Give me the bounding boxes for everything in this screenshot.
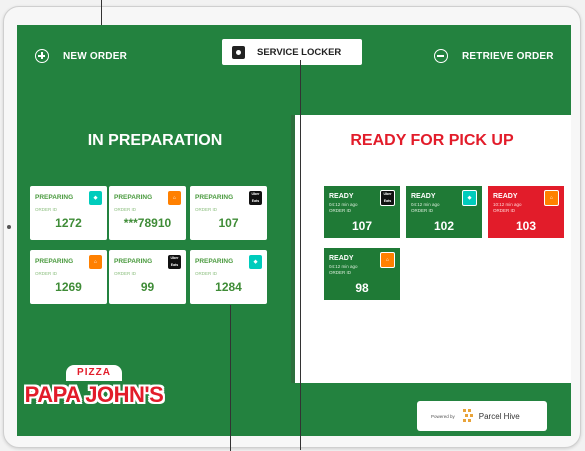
annotation-line: [300, 60, 301, 450]
annotation-line: [101, 0, 102, 25]
order-card[interactable]: PREPARING ORDER ID 107 Uber Eats: [190, 186, 267, 240]
new-order-label: NEW ORDER: [63, 50, 128, 62]
order-status: READY: [329, 255, 354, 262]
order-status: PREPARING: [114, 258, 153, 265]
service-locker-label: SERVICE LOCKER: [257, 46, 342, 58]
elapsed-time: 04:12 min ago: [411, 202, 440, 207]
order-number: 98: [355, 281, 369, 295]
order-id-label: ORDER ID: [493, 208, 516, 213]
order-number: 1272: [55, 216, 82, 230]
order-number: 107: [351, 219, 373, 233]
retrieve-order-label: RETRIEVE ORDER: [462, 50, 554, 62]
in-preparation-panel: IN PREPARATION PREPARING ORDER ID 1272 ◆…: [17, 115, 293, 383]
order-number: 1269: [55, 280, 82, 294]
elapsed-time: 04:12 min ago: [329, 264, 358, 269]
order-number: 102: [433, 219, 455, 233]
uber-eats-icon: Uber Eats: [249, 191, 262, 205]
gear-icon: [232, 45, 245, 59]
order-card[interactable]: PREPARING ORDER ID 99 Uber Eats: [109, 250, 186, 304]
just-eat-icon: ⌂: [168, 191, 181, 205]
order-status: PREPARING: [114, 194, 153, 201]
ready-order-card[interactable]: READY 04:12 min ago ORDER ID 98 ⌂: [323, 247, 401, 301]
uber-eats-icon: Uber Eats: [380, 190, 395, 206]
order-status: PREPARING: [195, 194, 234, 201]
order-number: 1284: [215, 280, 242, 294]
service-locker-button[interactable]: SERVICE LOCKER: [222, 39, 362, 65]
order-id-label: ORDER ID: [114, 271, 137, 276]
in-preparation-title: IN PREPARATION: [87, 132, 223, 149]
order-status: PREPARING: [35, 258, 74, 265]
just-eat-icon: ⌂: [89, 255, 102, 269]
camera-dot: [7, 225, 11, 229]
ready-for-pickup-title: READY FOR PICK UP: [350, 132, 514, 149]
new-order-button[interactable]: NEW ORDER: [35, 45, 127, 67]
ready-order-card[interactable]: READY 04:12 min ago ORDER ID 107 Uber Ea…: [323, 185, 401, 239]
order-id-label: ORDER ID: [35, 207, 58, 212]
order-card[interactable]: PREPARING ORDER ID 1284 ◆: [190, 250, 267, 304]
order-status: PREPARING: [35, 194, 74, 201]
powered-by-badge: Powered by Parcel Hive: [417, 401, 547, 431]
order-id-label: ORDER ID: [329, 208, 352, 213]
powered-by-label: Powered by: [431, 413, 455, 419]
kiosk-screen: NEW ORDER SERVICE LOCKER RETRIEVE ORDER …: [17, 25, 571, 436]
order-number: ***78910: [123, 216, 172, 230]
order-id-label: ORDER ID: [411, 208, 434, 213]
order-id-label: ORDER ID: [195, 271, 218, 276]
order-status: READY: [493, 193, 518, 200]
deliveroo-icon: ◆: [462, 190, 477, 206]
papa-johns-logo: PIZZA PAPA JOHN'S: [20, 365, 170, 427]
parcel-hive-name: Parcel Hive: [478, 411, 520, 421]
plus-circle-icon: [35, 49, 49, 63]
annotation-line: [230, 305, 231, 451]
brand-name: PAPA JOHN'S: [24, 382, 164, 407]
ready-order-card[interactable]: READY 04:12 min ago ORDER ID 102 ◆: [405, 185, 483, 239]
just-eat-icon: ⌂: [380, 252, 395, 268]
parcel-hive-icon: [462, 409, 475, 423]
uber-eats-icon: Uber Eats: [168, 255, 181, 269]
deliveroo-icon: ◆: [89, 191, 102, 205]
panel-divider: [291, 115, 295, 383]
order-card[interactable]: PREPARING ORDER ID 1269 ⌂: [30, 250, 107, 304]
order-card[interactable]: PREPARING ORDER ID 1272 ◆: [30, 186, 107, 240]
order-card[interactable]: PREPARING ORDER ID ***78910 ⌂: [109, 186, 186, 240]
brand-top-text: PIZZA: [66, 365, 122, 381]
ready-for-pickup-panel: READY FOR PICK UP READY 04:12 min ago OR…: [293, 115, 571, 383]
order-number: 103: [515, 219, 537, 233]
elapsed-time: 04:12 min ago: [329, 202, 358, 207]
order-status: READY: [329, 193, 354, 200]
order-id-label: ORDER ID: [329, 270, 352, 275]
order-number: 107: [218, 216, 239, 230]
ready-order-card-overdue[interactable]: READY 10:12 min ago ORDER ID 103 ⌂: [487, 185, 565, 239]
order-number: 99: [140, 280, 155, 294]
deliveroo-icon: ◆: [249, 255, 262, 269]
elapsed-time: 10:12 min ago: [493, 202, 522, 207]
order-id-label: ORDER ID: [35, 271, 58, 276]
order-id-label: ORDER ID: [195, 207, 218, 212]
just-eat-icon: ⌂: [544, 190, 559, 206]
top-bar: NEW ORDER SERVICE LOCKER RETRIEVE ORDER: [17, 25, 571, 115]
order-id-label: ORDER ID: [114, 207, 137, 212]
minus-circle-icon: [434, 49, 448, 63]
retrieve-order-button[interactable]: RETRIEVE ORDER: [434, 45, 554, 67]
order-status: PREPARING: [195, 258, 234, 265]
order-status: READY: [411, 193, 436, 200]
